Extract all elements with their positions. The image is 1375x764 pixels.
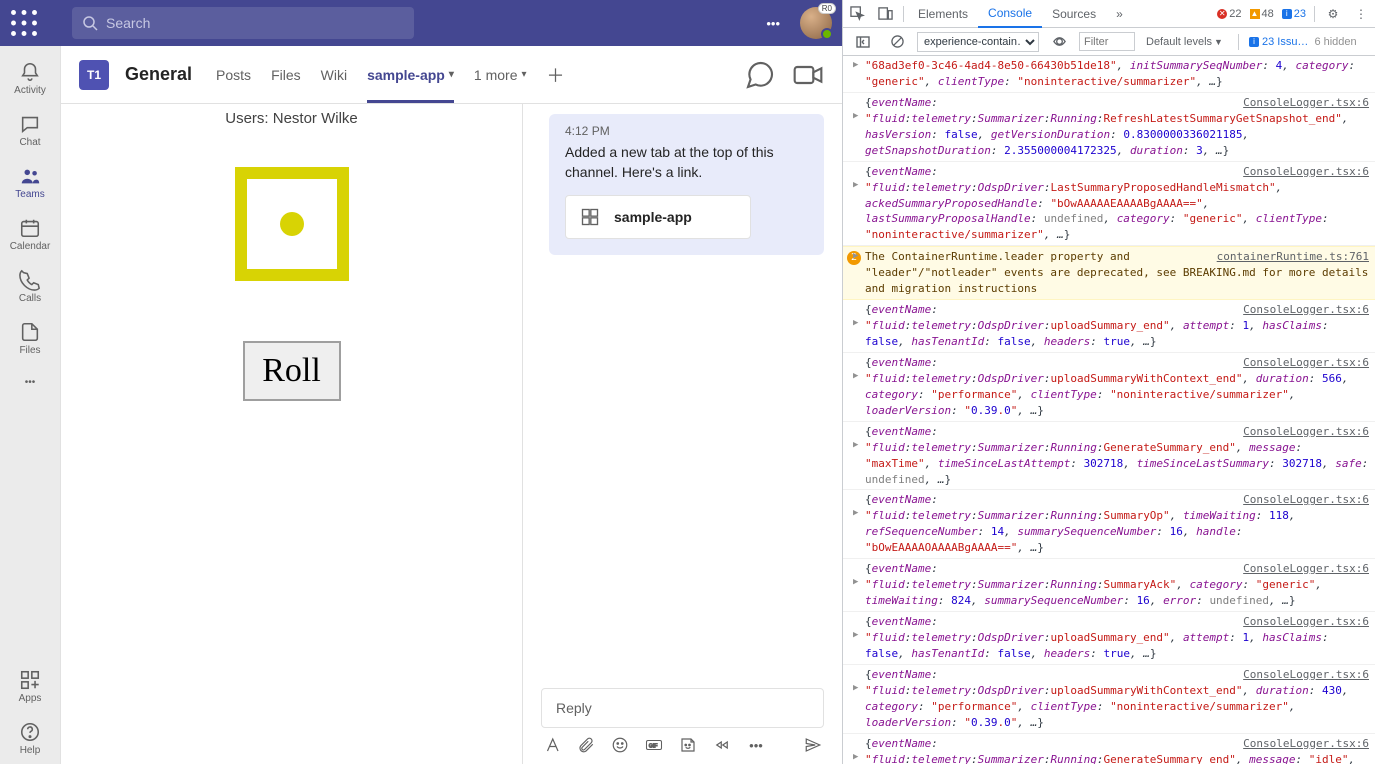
rail-teams[interactable]: Teams xyxy=(0,156,60,208)
source-link[interactable]: ConsoleLogger.tsx:6 xyxy=(1243,355,1369,371)
svg-text:GIF: GIF xyxy=(649,743,658,749)
channel-header: T1 General Posts Files Wiki sample-app▾ … xyxy=(61,46,842,104)
settings-icon[interactable]: ⚙ xyxy=(1319,0,1347,27)
tab-wiki[interactable]: Wiki xyxy=(321,46,347,103)
source-link[interactable]: ConsoleLogger.tsx:6 xyxy=(1243,736,1369,752)
issues-link[interactable]: i23 Issu… xyxy=(1249,36,1308,48)
message-text: Added a new tab at the top of this chann… xyxy=(565,142,808,183)
app-column: Users: Nestor Wilke Roll xyxy=(61,104,523,764)
meet-icon[interactable] xyxy=(792,59,824,91)
top-more-icon[interactable]: ••• xyxy=(756,16,790,31)
console-log[interactable]: ▶ConsoleLogger.tsx:6{eventName: "fluid:t… xyxy=(843,612,1375,665)
message-bubble: 4:12 PM Added a new tab at the top of th… xyxy=(549,114,824,255)
rail-calls[interactable]: Calls xyxy=(0,260,60,312)
search-input[interactable] xyxy=(106,15,404,31)
error-count[interactable]: ✕22 xyxy=(1213,8,1245,20)
user-avatar[interactable]: R0 xyxy=(800,7,832,39)
kebab-icon[interactable]: ⋮ xyxy=(1347,0,1375,27)
die-face xyxy=(235,167,349,281)
rail-help[interactable]: Help xyxy=(0,712,60,764)
app-rail: Activity Chat Teams Calendar Calls Files… xyxy=(0,46,60,764)
source-link[interactable]: ConsoleLogger.tsx:6 xyxy=(1243,95,1369,111)
format-icon[interactable] xyxy=(543,736,561,754)
source-link[interactable]: ConsoleLogger.tsx:6 xyxy=(1243,302,1369,318)
channel-name: General xyxy=(125,64,192,85)
console-log[interactable]: ▶"68ad3ef0-3c46-4ad4-8e50-66430b51de18",… xyxy=(843,56,1375,93)
source-link[interactable]: ConsoleLogger.tsx:6 xyxy=(1243,667,1369,683)
tab-console[interactable]: Console xyxy=(978,1,1042,28)
app-launcher-icon[interactable] xyxy=(10,9,38,37)
tab-files[interactable]: Files xyxy=(271,46,301,103)
source-link[interactable]: ConsoleLogger.tsx:6 xyxy=(1243,164,1369,180)
source-link[interactable]: ConsoleLogger.tsx:6 xyxy=(1243,561,1369,577)
console-log[interactable]: ▶ConsoleLogger.tsx:6{eventName: "fluid:t… xyxy=(843,490,1375,559)
hidden-count: 6 hidden xyxy=(1314,36,1356,48)
rail-apps[interactable]: Apps xyxy=(0,660,60,712)
console-warning[interactable]: 2▶containerRuntime.ts:761The ContainerRu… xyxy=(843,246,1375,300)
inspect-icon[interactable] xyxy=(843,0,871,27)
tab-more-icon[interactable]: » xyxy=(1106,0,1133,27)
console-log[interactable]: ▶ConsoleLogger.tsx:6{eventName: "fluid:t… xyxy=(843,353,1375,422)
console-log[interactable]: ▶ConsoleLogger.tsx:6{eventName: "fluid:t… xyxy=(843,559,1375,612)
context-select[interactable]: experience-contain… xyxy=(917,32,1039,52)
die-pip xyxy=(280,212,304,236)
console-log[interactable]: ▶ConsoleLogger.tsx:6{eventName: "fluid:t… xyxy=(843,300,1375,353)
warning-count[interactable]: ▲48 xyxy=(1246,8,1278,20)
reply-input[interactable]: Reply xyxy=(541,688,824,728)
console-output[interactable]: ▶"68ad3ef0-3c46-4ad4-8e50-66430b51de18",… xyxy=(843,56,1375,764)
tab-elements[interactable]: Elements xyxy=(908,0,978,27)
send-icon[interactable] xyxy=(804,736,822,754)
console-log[interactable]: ▶ConsoleLogger.tsx:6{eventName: "fluid:t… xyxy=(843,93,1375,162)
emoji-icon[interactable] xyxy=(611,736,629,754)
conversation-icon[interactable] xyxy=(744,59,776,91)
tab-link-card[interactable]: sample-app xyxy=(565,195,751,239)
chevron-down-icon: ▾ xyxy=(521,69,526,80)
tab-more[interactable]: 1 more▾ xyxy=(474,46,527,103)
live-expression-icon[interactable] xyxy=(1045,28,1073,55)
search-bar[interactable] xyxy=(72,7,414,39)
clear-console-icon[interactable] xyxy=(883,28,911,55)
source-link[interactable]: ConsoleLogger.tsx:6 xyxy=(1243,492,1369,508)
tab-posts[interactable]: Posts xyxy=(216,46,251,103)
source-link[interactable]: ConsoleLogger.tsx:6 xyxy=(1243,424,1369,440)
roll-button[interactable]: Roll xyxy=(243,341,341,401)
sticker-icon[interactable] xyxy=(679,736,697,754)
source-link[interactable]: ConsoleLogger.tsx:6 xyxy=(1243,614,1369,630)
source-link[interactable]: containerRuntime.ts:761 xyxy=(1217,249,1369,265)
attach-icon[interactable] xyxy=(577,736,595,754)
stream-icon[interactable] xyxy=(713,736,731,754)
console-log[interactable]: ▶ConsoleLogger.tsx:6{eventName: "fluid:t… xyxy=(843,422,1375,491)
filter-input[interactable] xyxy=(1079,32,1135,51)
rail-calendar[interactable]: Calendar xyxy=(0,208,60,260)
console-log[interactable]: ▶ConsoleLogger.tsx:6{eventName: "fluid:t… xyxy=(843,162,1375,247)
titlebar: ••• R0 xyxy=(0,0,842,46)
gif-icon[interactable]: GIF xyxy=(645,736,663,754)
console-log[interactable]: ▶ConsoleLogger.tsx:6{eventName: "fluid:t… xyxy=(843,665,1375,734)
search-icon xyxy=(82,15,98,31)
users-text: Users: Nestor Wilke xyxy=(225,110,358,127)
avatar-badge: R0 xyxy=(818,3,836,14)
console-log[interactable]: ▶ConsoleLogger.tsx:6{eventName: "fluid:t… xyxy=(843,734,1375,764)
compose-more-icon[interactable]: ••• xyxy=(747,736,765,754)
compose-area: Reply GIF ••• xyxy=(523,678,842,764)
team-tile[interactable]: T1 xyxy=(79,60,109,90)
app-icon xyxy=(580,207,600,227)
tab-sample-app[interactable]: sample-app▾ xyxy=(367,46,454,103)
rail-chat[interactable]: Chat xyxy=(0,104,60,156)
device-icon[interactable] xyxy=(871,0,899,27)
tab-sources[interactable]: Sources xyxy=(1042,0,1106,27)
add-tab-button[interactable]: ＋ xyxy=(547,46,565,103)
message-time: 4:12 PM xyxy=(565,124,808,138)
devtools: Elements Console Sources » ✕22 ▲48 i23 ⚙… xyxy=(842,0,1375,764)
sidebar-toggle-icon[interactable] xyxy=(849,28,877,55)
presence-available-icon xyxy=(821,28,833,40)
info-count[interactable]: i23 xyxy=(1278,8,1310,20)
chevron-down-icon: ▾ xyxy=(449,69,454,80)
rail-files[interactable]: Files xyxy=(0,312,60,364)
rail-more-icon[interactable]: ••• xyxy=(0,364,60,400)
rail-activity[interactable]: Activity xyxy=(0,52,60,104)
levels-dropdown[interactable]: Default levels ▼ xyxy=(1141,35,1228,49)
